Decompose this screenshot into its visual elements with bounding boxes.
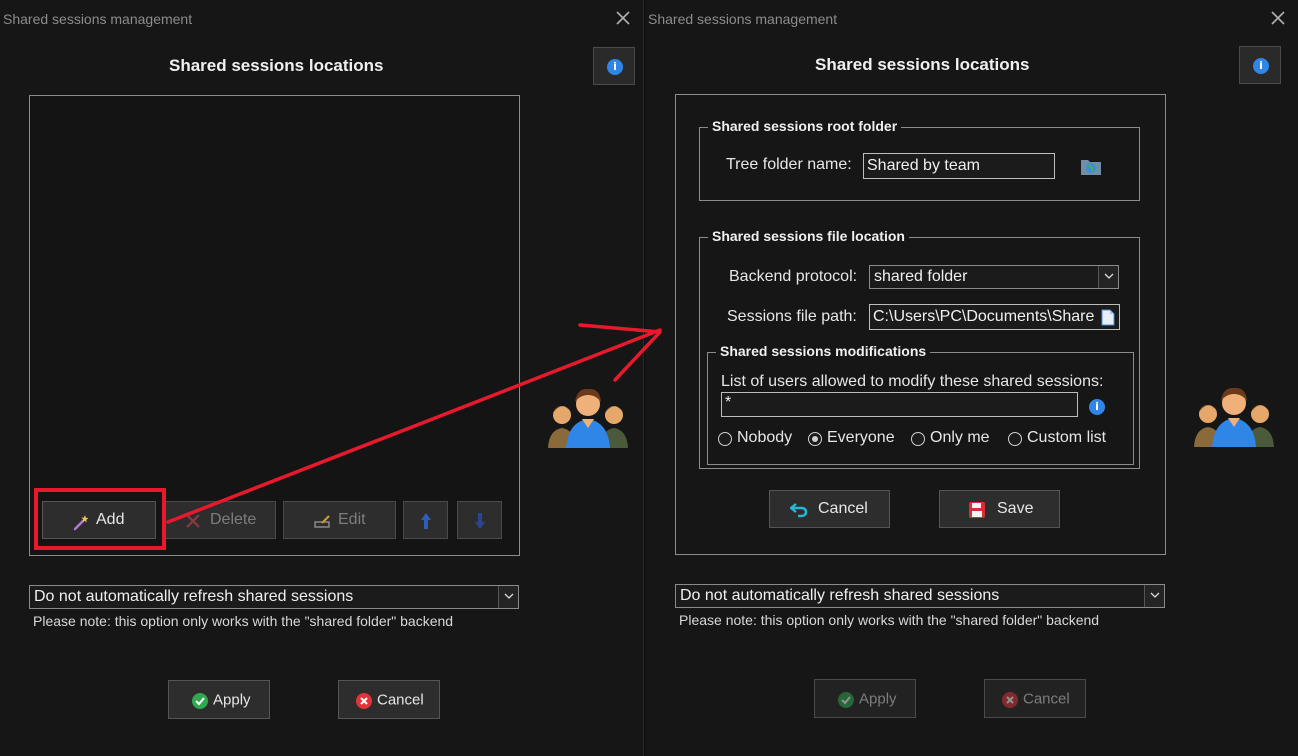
chevron-down-icon[interactable] bbox=[1144, 585, 1164, 607]
title-bar[interactable]: Shared sessions management bbox=[0, 0, 643, 36]
page-heading: Shared sessions locations bbox=[815, 55, 1030, 74]
refresh-select[interactable]: Do not automatically refresh shared sess… bbox=[29, 585, 519, 609]
apply-button[interactable]: Apply bbox=[168, 680, 270, 719]
cancel-icon bbox=[356, 693, 372, 709]
cancel-button[interactable]: Cancel bbox=[338, 680, 440, 719]
apply-label: Apply bbox=[213, 691, 251, 708]
edit-label: Edit bbox=[338, 511, 366, 528]
modifications-legend: Shared sessions modifications bbox=[716, 343, 931, 359]
undo-icon bbox=[790, 503, 808, 518]
globe-folder-icon[interactable] bbox=[1080, 156, 1102, 176]
title-bar[interactable]: Shared sessions management bbox=[645, 0, 1298, 36]
chevron-down-icon[interactable] bbox=[1098, 266, 1118, 288]
right-dialog-window: Shared sessions management Shared sessio… bbox=[645, 0, 1298, 756]
root-folder-legend: Shared sessions root folder bbox=[708, 118, 902, 134]
radio-dot bbox=[1008, 432, 1022, 446]
info-button[interactable]: i bbox=[1239, 46, 1281, 84]
tree-folder-label: Tree folder name: bbox=[726, 156, 852, 173]
window-title: Shared sessions management bbox=[648, 11, 838, 27]
allowed-users-label: List of users allowed to modify these sh… bbox=[721, 373, 1104, 390]
cancel-icon bbox=[1002, 692, 1018, 708]
file-location-group: Shared sessions file location Backend pr… bbox=[699, 228, 1140, 469]
locations-list[interactable]: Add Delete Edit bbox=[29, 95, 520, 556]
backend-protocol-select[interactable]: shared folder bbox=[869, 265, 1119, 289]
backend-note: Please note: this option only works with… bbox=[33, 613, 454, 629]
close-icon[interactable] bbox=[1266, 6, 1290, 30]
arrow-up-icon bbox=[421, 513, 431, 529]
apply-label: Apply bbox=[859, 690, 897, 707]
users-group-icon bbox=[546, 386, 630, 448]
info-icon[interactable]: i bbox=[1089, 399, 1105, 415]
info-button[interactable]: i bbox=[593, 47, 635, 85]
allowed-users-input[interactable]: * bbox=[721, 392, 1078, 417]
sessions-path-label: Sessions file path: bbox=[727, 308, 857, 325]
check-icon bbox=[838, 692, 854, 708]
info-icon: i bbox=[1253, 58, 1269, 74]
highlight-box bbox=[34, 488, 166, 550]
radio-dot bbox=[808, 432, 822, 446]
backend-protocol-label: Backend protocol: bbox=[729, 268, 858, 285]
cancel-label: Cancel bbox=[377, 691, 424, 708]
refresh-select-value: Do not automatically refresh shared sess… bbox=[34, 588, 354, 605]
form-cancel-label: Cancel bbox=[818, 500, 868, 517]
left-dialog-window: Shared sessions management Shared sessio… bbox=[0, 0, 644, 756]
cancel-label: Cancel bbox=[1023, 690, 1070, 707]
tree-folder-input[interactable]: Shared by team bbox=[863, 153, 1055, 179]
file-icon[interactable] bbox=[1101, 309, 1115, 326]
users-group-icon bbox=[1192, 385, 1276, 447]
arrow-down-icon bbox=[475, 513, 485, 529]
floppy-disk-icon bbox=[969, 502, 985, 518]
cancel-button[interactable]: Cancel bbox=[984, 679, 1086, 718]
refresh-select[interactable]: Do not automatically refresh shared sess… bbox=[675, 584, 1165, 608]
delete-x-icon bbox=[186, 514, 200, 528]
refresh-select-value: Do not automatically refresh shared sess… bbox=[680, 587, 1000, 604]
chevron-down-icon[interactable] bbox=[498, 586, 518, 608]
sessions-path-input[interactable]: C:\Users\PC\Documents\Share bbox=[869, 304, 1120, 330]
page-heading: Shared sessions locations bbox=[169, 56, 384, 75]
modifications-group: Shared sessions modifications List of us… bbox=[707, 343, 1134, 465]
save-label: Save bbox=[997, 500, 1034, 517]
save-button[interactable]: Save bbox=[939, 490, 1060, 528]
edit-button[interactable]: Edit bbox=[283, 501, 396, 539]
delete-label: Delete bbox=[210, 511, 257, 528]
root-folder-group: Shared sessions root folder Tree folder … bbox=[699, 118, 1140, 201]
check-icon bbox=[192, 693, 208, 709]
edit-icon bbox=[314, 515, 330, 528]
move-up-button[interactable] bbox=[403, 501, 448, 539]
radio-dot bbox=[911, 432, 925, 446]
move-down-button[interactable] bbox=[457, 501, 502, 539]
location-edit-panel: Shared sessions root folder Tree folder … bbox=[675, 94, 1166, 555]
close-icon[interactable] bbox=[611, 6, 635, 30]
file-location-legend: Shared sessions file location bbox=[708, 228, 909, 244]
window-title: Shared sessions management bbox=[3, 11, 193, 27]
apply-button[interactable]: Apply bbox=[814, 679, 916, 718]
delete-button[interactable]: Delete bbox=[164, 501, 276, 539]
info-icon: i bbox=[607, 59, 623, 75]
radio-dot bbox=[718, 432, 732, 446]
form-cancel-button[interactable]: Cancel bbox=[769, 490, 890, 528]
backend-note: Please note: this option only works with… bbox=[679, 612, 1100, 628]
